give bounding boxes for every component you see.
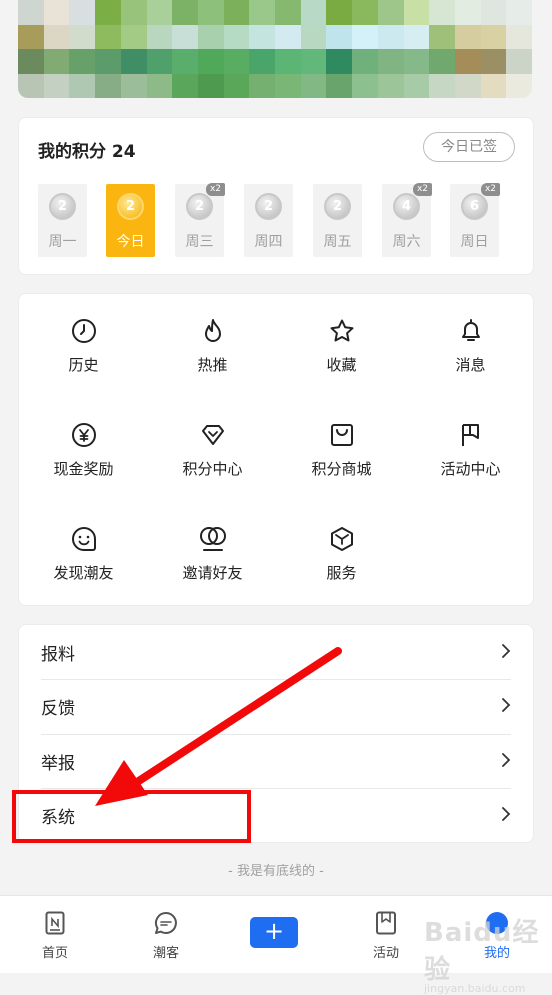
day-label: 周四 bbox=[254, 234, 283, 250]
top-banner-image[interactable] bbox=[18, 0, 532, 98]
chevron-right-icon bbox=[502, 698, 511, 712]
grid-item-messages[interactable]: 消息 bbox=[406, 318, 535, 398]
grid-label: 发现潮友 bbox=[53, 564, 114, 582]
grid-item-discover-friends[interactable]: 发现潮友 bbox=[19, 526, 148, 606]
coin-icon: 2 bbox=[255, 193, 282, 220]
grid-label: 邀请好友 bbox=[182, 564, 243, 582]
grid-label: 活动中心 bbox=[440, 460, 501, 478]
grid-item-history[interactable]: 历史 bbox=[19, 318, 148, 398]
flag-icon bbox=[461, 424, 479, 446]
box-icon bbox=[330, 527, 353, 551]
home-doc-icon bbox=[45, 911, 65, 935]
nav-label: 活动 bbox=[372, 946, 399, 961]
checkin-day-wed[interactable]: x2 2 周三 bbox=[175, 183, 225, 257]
grid-item-service[interactable]: 服务 bbox=[277, 526, 406, 606]
create-post-button[interactable]: + bbox=[250, 917, 298, 948]
list-item-feedback[interactable]: 反馈 bbox=[19, 679, 533, 734]
chevron-right-icon bbox=[502, 807, 511, 821]
nav-label: 潮客 bbox=[152, 946, 179, 961]
day-label: 周一 bbox=[48, 234, 77, 250]
grid-item-cash-reward[interactable]: 现金奖励 bbox=[19, 422, 148, 502]
shopping-bag-icon bbox=[330, 424, 353, 446]
chevron-right-icon bbox=[502, 644, 511, 658]
double-badge: x2 bbox=[205, 183, 225, 196]
checkin-days: 2 周一 2 今日 x2 2 周三 2 周四 2 周五 x2 4 周六 x2 6… bbox=[38, 183, 518, 258]
checkin-day-mon[interactable]: 2 周一 bbox=[38, 184, 87, 257]
bell-icon bbox=[461, 319, 480, 341]
grid-item-favorites[interactable]: 收藏 bbox=[277, 318, 406, 398]
grid-label: 消息 bbox=[455, 356, 486, 374]
coin-icon: 2 bbox=[186, 193, 213, 220]
grid-label: 积分中心 bbox=[182, 460, 243, 478]
list-item-label: 反馈 bbox=[41, 699, 75, 719]
annotation-highlight-box bbox=[12, 790, 251, 843]
list-item-report-news[interactable]: 报料 bbox=[19, 625, 533, 680]
list-item-label: 举报 bbox=[41, 754, 75, 774]
double-badge: x2 bbox=[480, 183, 500, 196]
checkin-day-sat[interactable]: x2 4 周六 bbox=[382, 183, 432, 257]
grid-item-points-mall[interactable]: 积分商城 bbox=[277, 422, 406, 502]
watermark-logo: Baidu经验 jingyan.baidu.com bbox=[424, 918, 540, 995]
coin-icon: 6 bbox=[461, 193, 488, 220]
coin-icon: 2 bbox=[117, 193, 144, 220]
coin-icon: 2 bbox=[324, 193, 351, 220]
grid-item-hot[interactable]: 热推 bbox=[148, 318, 277, 398]
nav-item-chaoke[interactable]: 潮客 bbox=[121, 896, 211, 974]
bookmark-doc-icon bbox=[376, 911, 396, 935]
friends-icon bbox=[199, 527, 226, 551]
points-title: 我的积分 24 bbox=[38, 142, 136, 162]
flame-icon bbox=[204, 319, 221, 342]
checkin-day-thu[interactable]: 2 周四 bbox=[244, 184, 293, 257]
points-card: 我的积分 24 今日已签 2 周一 2 今日 x2 2 周三 2 周四 2 周五… bbox=[18, 117, 534, 275]
grid-item-points-center[interactable]: 积分中心 bbox=[148, 422, 277, 502]
checkin-day-today[interactable]: 2 今日 bbox=[106, 184, 155, 257]
chevron-right-icon bbox=[502, 753, 511, 767]
day-label: 周日 bbox=[460, 234, 489, 250]
checkin-day-sun[interactable]: x2 6 周日 bbox=[450, 183, 500, 257]
day-label: 今日 bbox=[116, 234, 145, 250]
grid-label: 服务 bbox=[326, 564, 357, 582]
day-label: 周三 bbox=[185, 234, 214, 250]
grid-label: 热推 bbox=[197, 356, 228, 374]
checkin-day-fri[interactable]: 2 周五 bbox=[313, 184, 362, 257]
yuan-icon bbox=[71, 423, 96, 447]
star-icon bbox=[330, 319, 353, 342]
grid-item-activity-center[interactable]: 活动中心 bbox=[406, 422, 535, 502]
feature-grid-card: 历史 热推 收藏 消息 现金奖励 积分中心 积分商城 活动中心 发现潮友 邀请好… bbox=[18, 293, 534, 606]
double-badge: x2 bbox=[412, 183, 432, 196]
grid-item-invite-friends[interactable]: 邀请好友 bbox=[148, 526, 277, 606]
grid-label: 历史 bbox=[68, 356, 99, 374]
diamond-icon bbox=[201, 425, 224, 445]
grid-label: 积分商城 bbox=[311, 460, 372, 478]
chat-icon bbox=[155, 911, 177, 934]
day-label: 周五 bbox=[323, 234, 352, 250]
coin-icon: 4 bbox=[393, 193, 420, 220]
grid-label: 现金奖励 bbox=[53, 460, 114, 478]
coin-icon: 2 bbox=[49, 193, 76, 220]
nav-item-activity[interactable]: 活动 bbox=[341, 896, 431, 974]
clock-icon bbox=[71, 319, 96, 343]
list-item-label: 报料 bbox=[41, 645, 75, 665]
list-item-complaint[interactable]: 举报 bbox=[19, 734, 533, 789]
nav-label: 首页 bbox=[41, 946, 68, 961]
end-of-list-note: - 我是有底线的 - bbox=[228, 864, 324, 879]
signed-today-button[interactable]: 今日已签 bbox=[423, 132, 515, 162]
day-label: 周六 bbox=[392, 234, 421, 250]
smile-icon bbox=[71, 526, 96, 551]
nav-item-home[interactable]: 首页 bbox=[10, 896, 100, 974]
grid-label: 收藏 bbox=[326, 356, 357, 374]
